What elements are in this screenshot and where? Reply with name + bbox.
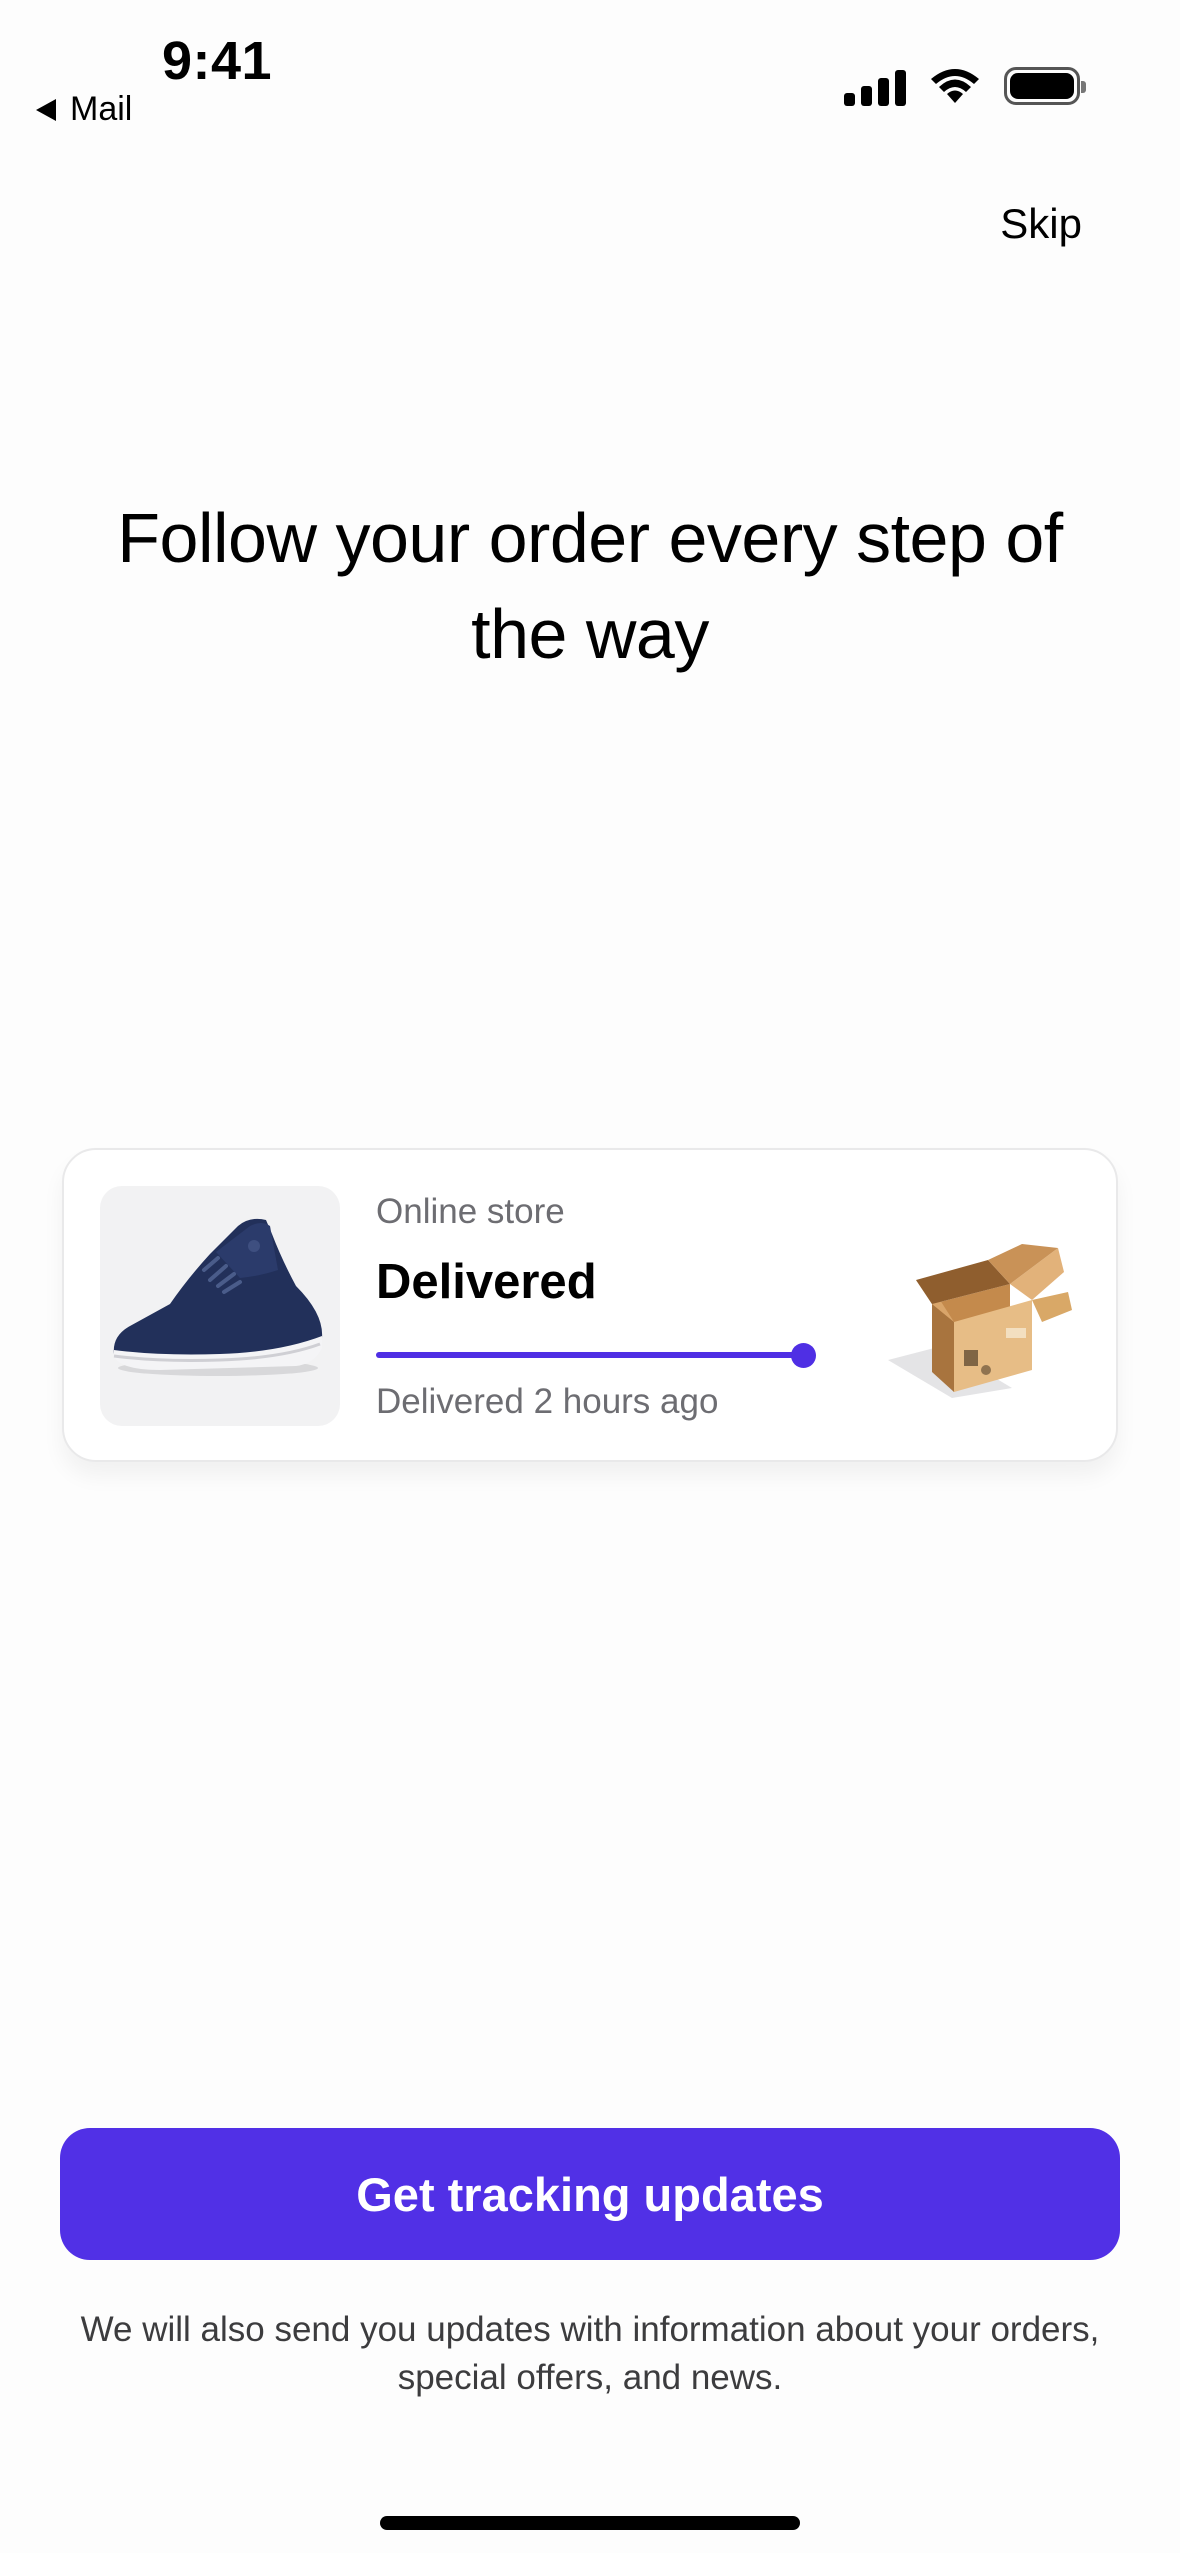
back-arrow-icon xyxy=(36,98,56,121)
status-icons xyxy=(844,66,1086,106)
order-status-card: Online store Delivered Delivered 2 hours… xyxy=(62,1148,1118,1462)
progress-knob xyxy=(791,1343,816,1368)
status-time: 9:41 xyxy=(162,31,273,91)
back-label: Mail xyxy=(70,90,133,128)
skip-button[interactable]: Skip xyxy=(1000,200,1082,248)
sneaker-icon xyxy=(113,1218,323,1376)
back-to-mail-link[interactable]: Mail xyxy=(36,90,132,129)
updates-disclaimer: We will also send you updates with infor… xyxy=(80,2310,1100,2397)
product-image xyxy=(100,1186,340,1426)
wifi-icon xyxy=(931,69,979,103)
signal-icon xyxy=(844,66,906,106)
store-label: Online store xyxy=(376,1192,565,1231)
home-indicator[interactable] xyxy=(380,2516,800,2530)
order-status: Delivered xyxy=(376,1255,597,1309)
open-box-icon xyxy=(888,1244,1072,1398)
get-tracking-updates-button[interactable]: Get tracking updates xyxy=(60,2128,1120,2260)
delivery-progress-bar xyxy=(376,1342,816,1368)
delivery-time: Delivered 2 hours ago xyxy=(376,1382,719,1421)
battery-icon xyxy=(1004,67,1086,105)
onboarding-screen: 9:41 Mail Skip Follow your order every s… xyxy=(0,0,1180,2553)
page-title: Follow your order every step of the way xyxy=(117,499,1063,673)
